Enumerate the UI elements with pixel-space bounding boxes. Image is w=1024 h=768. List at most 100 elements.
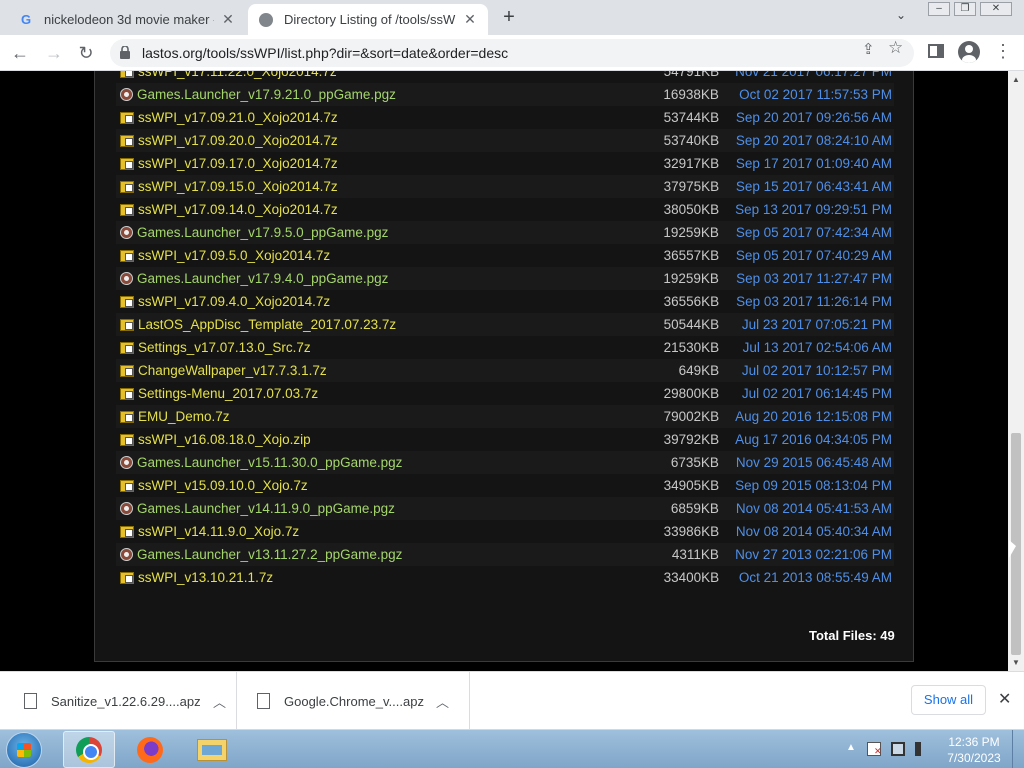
show-desktop-button[interactable] (1012, 730, 1024, 768)
file-name-link[interactable]: ssWPI_v17.09.17.0_Xojo2014.7z (138, 156, 597, 171)
directory-listing-panel: ssWPI_v17.11.22.0_Xojo2014.7z 54791KB Nov … (94, 71, 914, 662)
file-date: Oct 02 2017 11:57:53 PM (739, 87, 893, 102)
close-icon[interactable]: ✕ (462, 11, 478, 28)
table-row[interactable]: ssWPI_v13.10.21.1.7z 33400KB Oct 21 2013 0… (116, 566, 894, 589)
file-name-link[interactable]: Games.Launcher_v14.11.9.0_ppGame.pgz (137, 501, 597, 516)
show-hidden-icons-arrow-icon[interactable]: ▲ (846, 742, 856, 753)
minimize-button[interactable]: – (928, 2, 950, 16)
table-row[interactable]: Games.Launcher_v15.11.30.0_ppGame.pgz 673… (116, 451, 894, 474)
table-row[interactable]: Settings-Menu_2017.07.03.7z 29800KB Jul 02… (116, 382, 894, 405)
bookmark-star-icon[interactable]: ☆ (888, 38, 903, 58)
share-icon[interactable]: ⇪ (862, 40, 875, 58)
tab-strip: G nickelodeon 3d movie maker - Go ✕ Dire… (0, 0, 1024, 35)
taskbar-explorer[interactable] (186, 731, 238, 768)
file-name-link[interactable]: Settings-Menu_2017.07.03.7z (138, 386, 597, 401)
file-name-link[interactable]: ssWPI_v17.09.15.0_Xojo2014.7z (138, 179, 597, 194)
table-row[interactable]: ssWPI_v17.09.21.0_Xojo2014.7z 53744KB Sep … (116, 106, 894, 129)
taskbar-firefox[interactable] (124, 731, 176, 768)
table-row[interactable]: ssWPI_v17.09.15.0_Xojo2014.7z 37975KB Sep … (116, 175, 894, 198)
close-icon[interactable]: ✕ (220, 11, 236, 28)
url-text[interactable]: lastos.org/tools/ssWPI/list.php?dir=&sor… (142, 45, 508, 61)
forward-arrow-icon[interactable]: → (42, 41, 66, 65)
system-clock[interactable]: 12:36 PM 7/30/2023 (944, 734, 1004, 766)
tab-google-search[interactable]: G nickelodeon 3d movie maker - Go ✕ (8, 4, 246, 35)
file-name-link[interactable]: ssWPI_v17.09.14.0_Xojo2014.7z (138, 202, 597, 217)
file-name-link[interactable]: Games.Launcher_v17.9.4.0_ppGame.pgz (137, 271, 597, 286)
table-row[interactable]: Games.Launcher_v14.11.9.0_ppGame.pgz 6859… (116, 497, 894, 520)
table-row[interactable]: ssWPI_v17.09.14.0_Xojo2014.7z 38050KB Sep … (116, 198, 894, 221)
globe-icon (258, 12, 274, 28)
scroll-up-arrow-icon[interactable]: ▲ (1012, 75, 1020, 84)
table-row[interactable]: LastOS_AppDisc_Template_2017.07.23.7z 505… (116, 313, 894, 336)
file-name-link[interactable]: Settings_v17.07.13.0_Src.7z (138, 340, 597, 355)
maximize-button[interactable]: ❐ (954, 2, 976, 16)
table-row[interactable]: ssWPI_v17.09.17.0_Xojo2014.7z 32917KB Sep … (116, 152, 894, 175)
show-all-downloads-button[interactable]: Show all (911, 685, 986, 715)
google-icon: G (20, 12, 32, 27)
download-item[interactable]: Google.Chrome_v....apz ︿ (237, 672, 470, 730)
tab-search-chevron-icon[interactable]: ⌄ (896, 8, 906, 22)
file-size: 36557KB (663, 248, 720, 263)
address-bar[interactable]: lastos.org/tools/ssWPI/list.php?dir=&sor… (110, 39, 914, 67)
table-row[interactable]: Games.Launcher_v17.9.4.0_ppGame.pgz 19259… (116, 267, 894, 290)
action-center-flag-icon[interactable] (867, 742, 882, 757)
more-menu-icon[interactable]: ⋮ (994, 41, 1012, 62)
table-row[interactable]: ssWPI_v15.09.10.0_Xojo.7z 34905KB Sep 09 2… (116, 474, 894, 497)
download-item[interactable]: Sanitize_v1.22.6.29....apz ︿ (0, 672, 237, 730)
archive-file-icon (120, 134, 134, 147)
reload-icon[interactable]: ↻ (74, 41, 98, 65)
window-close-button[interactable]: ✕ (980, 2, 1012, 16)
file-name-link[interactable]: Games.Launcher_v13.11.27.2_ppGame.pgz (137, 547, 597, 562)
file-size: 37975KB (663, 179, 720, 194)
side-panel-icon[interactable] (928, 44, 944, 58)
table-row[interactable]: ssWPI_v16.08.18.0_Xojo.zip 39792KB Aug 17 … (116, 428, 894, 451)
table-row[interactable]: Settings_v17.07.13.0_Src.7z 21530KB Jul 13… (116, 336, 894, 359)
file-name-link[interactable]: ssWPI_v17.09.5.0_Xojo2014.7z (138, 248, 597, 263)
new-tab-button[interactable]: + (498, 6, 520, 28)
file-name-link[interactable]: EMU_Demo.7z (138, 409, 597, 424)
table-row[interactable]: ssWPI_v17.09.4.0_Xojo2014.7z 36556KB Sep 0… (116, 290, 894, 313)
tab-directory-listing[interactable]: Directory Listing of /tools/ssWPI/ ✕ (248, 4, 488, 35)
table-row[interactable]: ssWPI_v17.09.20.0_Xojo2014.7z 53740KB Sep … (116, 129, 894, 152)
chevron-up-icon[interactable]: ︿ (213, 692, 226, 711)
archive-file-icon (120, 71, 134, 78)
table-row[interactable]: ssWPI_v17.11.22.0_Xojo2014.7z 54791KB Nov … (116, 71, 894, 83)
file-date: Jul 02 2017 10:12:57 PM (741, 363, 892, 378)
start-button[interactable] (6, 732, 42, 768)
back-arrow-icon[interactable]: ← (8, 41, 32, 65)
taskbar-chrome[interactable] (63, 731, 115, 768)
file-name-link[interactable]: ssWPI_v14.11.9.0_Xojo.7z (138, 524, 597, 539)
table-row[interactable]: ssWPI_v17.09.5.0_Xojo2014.7z 36557KB Sep 0… (116, 244, 894, 267)
file-name-link[interactable]: Games.Launcher_v15.11.30.0_ppGame.pgz (137, 455, 597, 470)
file-name-link[interactable]: ssWPI_v16.08.18.0_Xojo.zip (138, 432, 597, 447)
table-row[interactable]: Games.Launcher_v17.9.5.0_ppGame.pgz 19259… (116, 221, 894, 244)
chevron-up-icon[interactable]: ︿ (436, 692, 449, 711)
lock-icon[interactable] (120, 46, 130, 59)
file-date: Jul 13 2017 02:54:06 AM (742, 340, 892, 355)
archive-file-icon (120, 318, 134, 331)
file-name-link[interactable]: Games.Launcher_v17.9.5.0_ppGame.pgz (137, 225, 597, 240)
file-name-link[interactable]: LastOS_AppDisc_Template_2017.07.23.7z (138, 317, 597, 332)
page-scrollbar[interactable]: ▲ ▼ (1008, 71, 1024, 671)
table-row[interactable]: EMU_Demo.7z 79002KB Aug 20 2016 12:15:08 P… (116, 405, 894, 428)
table-row[interactable]: ChangeWallpaper_v17.7.3.1.7z 649KB Jul 02 … (116, 359, 894, 382)
table-row[interactable]: Games.Launcher_v17.9.21.0_ppGame.pgz 1693… (116, 83, 894, 106)
file-date: Sep 03 2017 11:27:47 PM (736, 271, 893, 286)
file-name-link[interactable]: ssWPI_v15.09.10.0_Xojo.7z (138, 478, 597, 493)
file-name-link[interactable]: ssWPI_v17.09.20.0_Xojo2014.7z (138, 133, 597, 148)
network-icon[interactable] (891, 742, 905, 756)
table-row[interactable]: ssWPI_v14.11.9.0_Xojo.7z 33986KB Nov 08 20… (116, 520, 894, 543)
table-row[interactable]: Games.Launcher_v13.11.27.2_ppGame.pgz 431… (116, 543, 894, 566)
file-date: Nov 27 2013 02:21:06 PM (735, 547, 893, 562)
file-name-link[interactable]: ssWPI_v17.11.22.0_Xojo2014.7z (138, 71, 597, 79)
file-date: Sep 15 2017 06:43:41 AM (735, 179, 892, 194)
file-name-link[interactable]: ssWPI_v17.09.4.0_Xojo2014.7z (138, 294, 597, 309)
file-name-link[interactable]: ssWPI_v13.10.21.1.7z (138, 570, 597, 585)
volume-muted-icon[interactable] (915, 742, 929, 756)
profile-avatar-icon[interactable] (958, 41, 980, 63)
close-icon[interactable]: ✕ (998, 689, 1011, 709)
file-name-link[interactable]: ChangeWallpaper_v17.7.3.1.7z (138, 363, 597, 378)
file-name-link[interactable]: Games.Launcher_v17.9.21.0_ppGame.pgz (137, 87, 597, 102)
file-name-link[interactable]: ssWPI_v17.09.21.0_Xojo2014.7z (138, 110, 597, 125)
scroll-down-arrow-icon[interactable]: ▼ (1012, 658, 1020, 667)
